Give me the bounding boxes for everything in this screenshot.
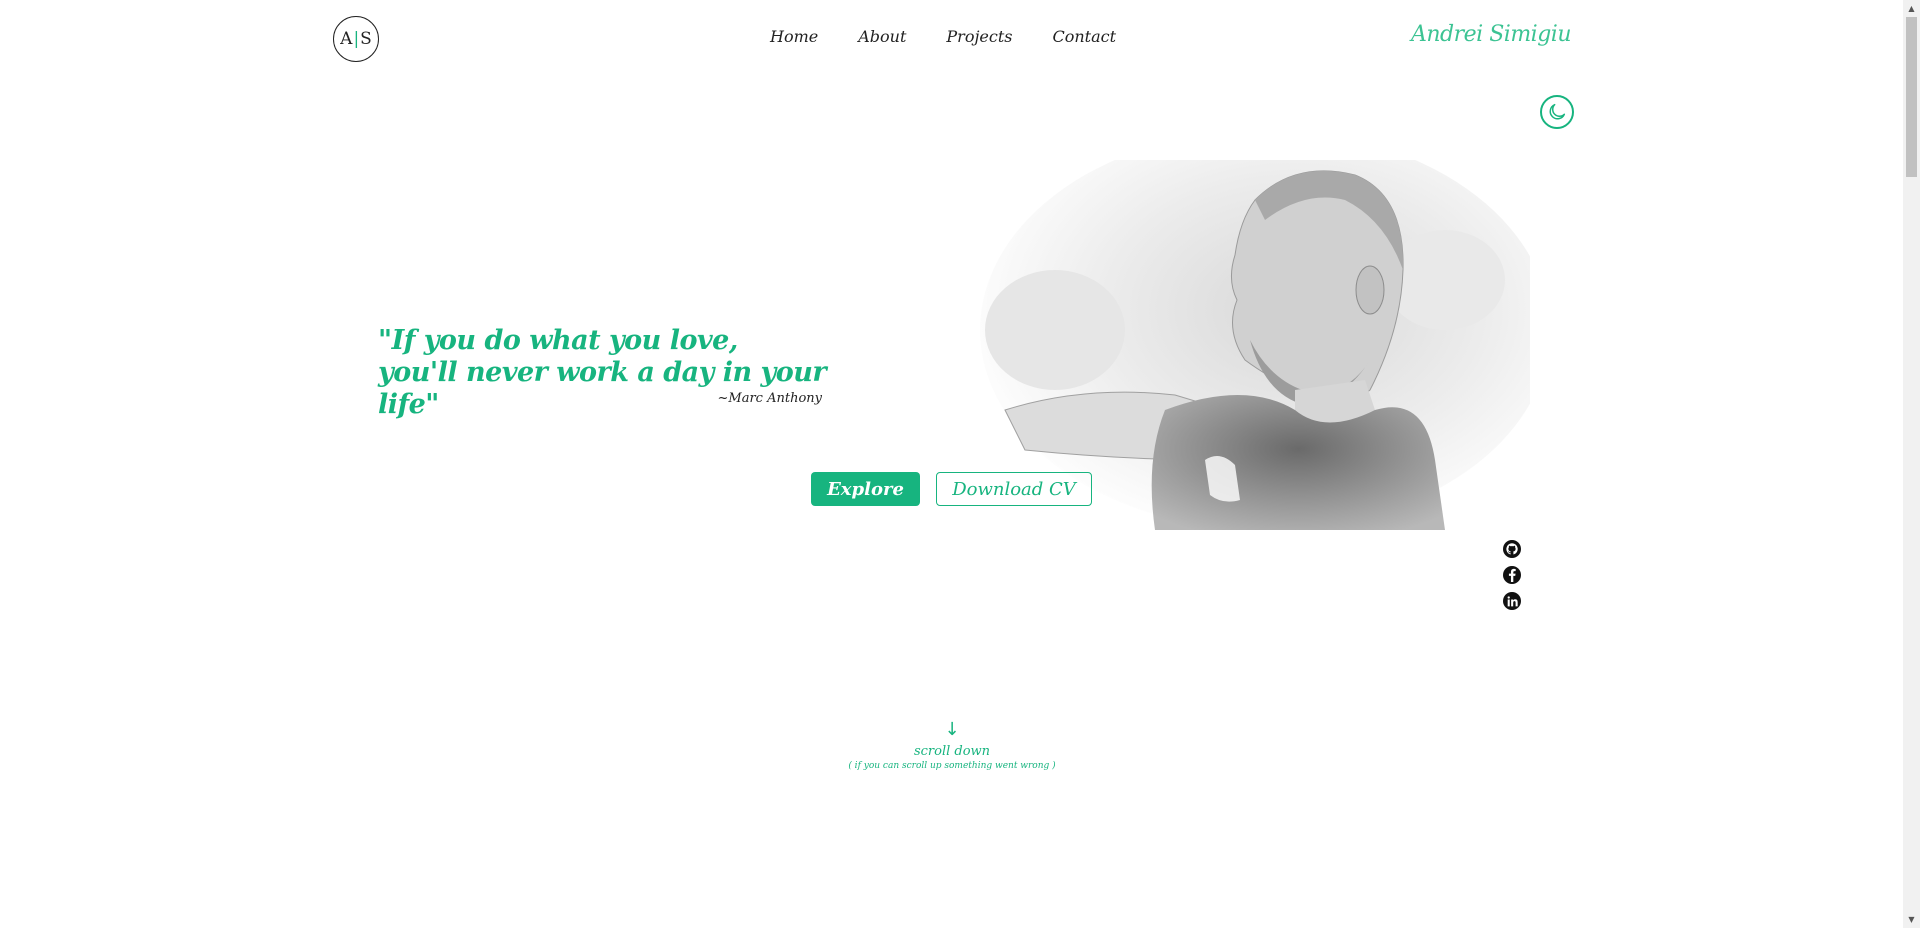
scroll-up-icon[interactable]: ▲ xyxy=(1903,0,1920,17)
nav-about[interactable]: About xyxy=(858,27,906,51)
nav-home[interactable]: Home xyxy=(770,27,818,51)
logo[interactable]: A | S xyxy=(333,16,379,62)
theme-toggle-button[interactable] xyxy=(1540,95,1574,129)
linkedin-icon[interactable] xyxy=(1503,592,1521,610)
moon-icon xyxy=(1549,103,1566,120)
social-links xyxy=(1503,540,1523,610)
download-cv-button[interactable]: Download CV xyxy=(936,472,1092,506)
nav-projects[interactable]: Projects xyxy=(946,27,1012,51)
scroll-down-icon[interactable]: ▼ xyxy=(1903,911,1920,928)
github-icon[interactable] xyxy=(1503,540,1521,558)
nav-contact[interactable]: Contact xyxy=(1052,27,1116,51)
explore-button[interactable]: Explore xyxy=(811,472,920,506)
scrollbar[interactable]: ▲ ▼ xyxy=(1903,0,1920,928)
quote-line-2: you'll never work a day in your life" xyxy=(378,357,827,420)
logo-right: S xyxy=(360,29,372,49)
quote-line-1: "If you do what you love, xyxy=(378,325,738,356)
down-arrow-icon: ↓ xyxy=(944,719,960,740)
main-nav: Home About Projects Contact xyxy=(770,27,1116,51)
brand-name: Andrei Simigiu xyxy=(1411,22,1572,47)
facebook-icon[interactable] xyxy=(1503,566,1521,584)
scroll-note: ( if you can scroll up something went wr… xyxy=(848,761,1056,771)
scroll-hint: ↓ scroll down ( if you can scroll up som… xyxy=(760,719,1144,772)
scroll-label: scroll down xyxy=(913,744,991,759)
logo-left: A xyxy=(340,29,353,49)
quote-author: ~Marc Anthony xyxy=(717,391,822,406)
page: A | S Home About Projects Contact Andrei S… xyxy=(0,0,1920,928)
hero-quote: "If you do what you love, you'll never w… xyxy=(378,325,828,421)
scroll-thumb[interactable] xyxy=(1906,17,1917,177)
logo-separator: | xyxy=(353,29,360,49)
